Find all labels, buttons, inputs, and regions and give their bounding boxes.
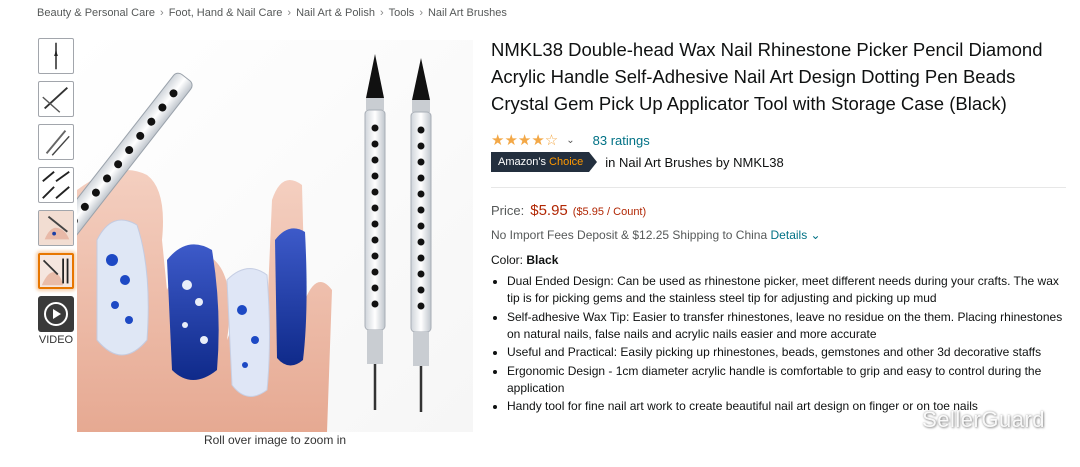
- choice-category-text: in Nail Art Brushes by NMKL38: [605, 154, 784, 170]
- breadcrumb-item[interactable]: Tools: [389, 7, 415, 19]
- breadcrumb-separator: ›: [419, 7, 423, 19]
- thumbnail-image-selected[interactable]: [38, 253, 74, 289]
- price-row: Price: $5.95 ($5.95 / Count): [491, 202, 1066, 219]
- breadcrumb-item[interactable]: Beauty & Personal Care: [37, 7, 155, 19]
- amazons-choice-row: Amazon's Choice in Nail Art Brushes by N…: [491, 152, 1066, 172]
- pen-icon: [42, 171, 70, 199]
- feature-bullet: Ergonomic Design - 1cm diameter acrylic …: [507, 363, 1066, 397]
- feature-bullet: Useful and Practical: Easily picking up …: [507, 344, 1066, 361]
- thumbnail-image[interactable]: [38, 167, 74, 203]
- main-product-image[interactable]: [77, 40, 473, 432]
- star-rating-icon[interactable]: ★★★★☆: [491, 131, 558, 149]
- feature-bullet: Dual Ended Design: Can be used as rhines…: [507, 273, 1066, 307]
- watermark-text: SellerGuard: [922, 407, 1045, 432]
- breadcrumb-separator: ›: [287, 7, 292, 19]
- price-label: Price:: [491, 203, 525, 218]
- hand-icon: [39, 211, 73, 245]
- breadcrumb-item[interactable]: Nail Art Brushes: [428, 7, 507, 19]
- breadcrumb-separator: ›: [160, 7, 164, 19]
- video-label: VIDEO: [38, 334, 74, 346]
- shipping-details-link[interactable]: Details ⌄: [771, 228, 821, 242]
- product-title: NMKL38 Double-head Wax Nail Rhinestone P…: [491, 39, 1043, 114]
- product-photo: [77, 40, 473, 432]
- breadcrumb-item[interactable]: Foot, Hand & Nail Care: [169, 7, 283, 19]
- pen-icon: [45, 130, 70, 156]
- pen-icon: [42, 86, 68, 113]
- zoom-hint: Roll over image to zoom in: [203, 433, 347, 447]
- pen-icon: [54, 42, 58, 70]
- badge-suffix: Choice: [549, 156, 584, 168]
- breadcrumb-separator: ›: [379, 7, 384, 19]
- breadcrumb: Beauty & Personal Care › Foot, Hand & Nail…: [37, 7, 507, 19]
- play-icon: [44, 302, 68, 326]
- feature-bullet: Self-adhesive Wax Tip: Easier to transfe…: [507, 309, 1066, 343]
- video-thumbnail[interactable]: [38, 296, 74, 332]
- color-label: Color:: [491, 253, 524, 267]
- thumbnail-image[interactable]: [38, 210, 74, 246]
- amazons-choice-badge[interactable]: Amazon's Choice: [491, 152, 598, 172]
- import-fees-text: No Import Fees Deposit & $12.25 Shipping…: [491, 228, 768, 242]
- color-value: Black: [526, 253, 559, 267]
- unit-price: ($5.95 / Count): [572, 206, 647, 218]
- thumbnail-image[interactable]: [38, 38, 74, 74]
- details-label: Details: [770, 228, 808, 242]
- ratings-count-link[interactable]: 83 ratings: [593, 133, 650, 148]
- product-info: NMKL38 Double-head Wax Nail Rhinestone P…: [491, 36, 1066, 417]
- thumbnail-strip: VIDEO: [38, 38, 76, 346]
- badge-prefix: Amazon's: [498, 156, 546, 168]
- wechat-icon: [888, 409, 918, 431]
- hand-icon: [40, 255, 72, 287]
- chevron-down-icon: ⌄: [810, 228, 821, 242]
- feature-bullets: Dual Ended Design: Can be used as rhines…: [491, 273, 1066, 415]
- thumbnail-image[interactable]: [38, 124, 74, 160]
- watermark: SellerGuard: [888, 407, 1045, 433]
- chevron-down-icon[interactable]: ⌄: [566, 135, 574, 146]
- rating-row: ★★★★☆ ⌄ 83 ratings: [491, 129, 1066, 151]
- shipping-info: No Import Fees Deposit & $12.25 Shipping…: [491, 228, 1066, 242]
- thumbnail-image[interactable]: [38, 81, 74, 117]
- divider: [491, 187, 1066, 188]
- breadcrumb-item[interactable]: Nail Art & Polish: [296, 7, 375, 19]
- price-value: $5.95: [530, 202, 568, 219]
- color-row: Color: Black: [491, 253, 1066, 267]
